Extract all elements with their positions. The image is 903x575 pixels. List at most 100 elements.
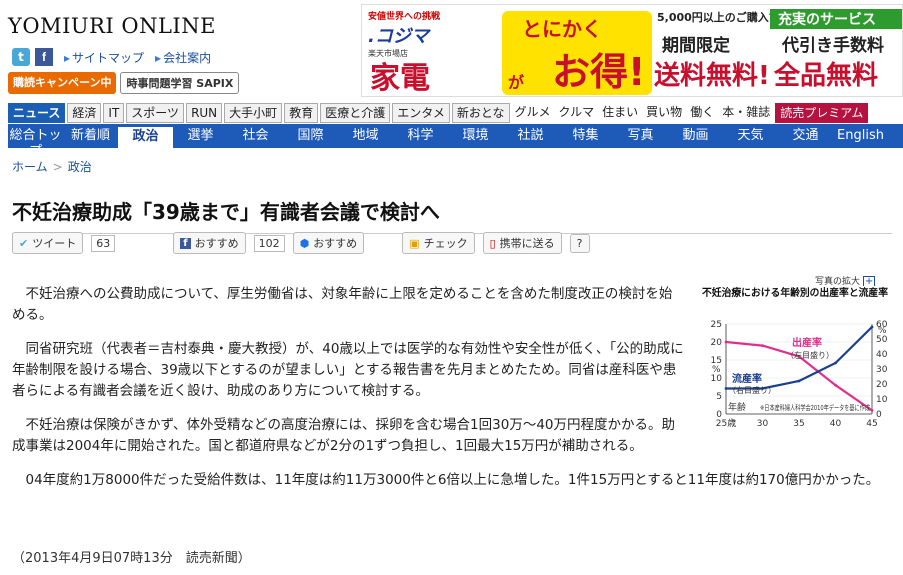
article-paragraph: 不妊治療への公費助成について、厚生労働省は、対象年齢に上限を定めることを含めた制…: [12, 286, 673, 323]
share-bar: ✔ ツイート 63 f おすすめ 102 ⬢ おすすめ ▣ チェック ▯ 携帯に送る ?: [12, 232, 590, 254]
ad-service-banner: 充実のサービス: [770, 9, 902, 29]
x-tick-label: 35: [793, 419, 804, 429]
ad-kaden-text: 家電: [370, 61, 430, 96]
company-link[interactable]: 会社案内: [155, 49, 211, 66]
section-nav-item[interactable]: 交通: [778, 124, 833, 148]
y-left-tick-label: 10: [711, 374, 723, 384]
data-point-miscarriage: [870, 325, 874, 329]
ad-ga: が: [508, 73, 525, 92]
section-nav-item[interactable]: 天気: [723, 124, 778, 148]
section-nav-item[interactable]: 環境: [448, 124, 503, 148]
article-paragraph: 同省研究班（代表者＝吉村泰典・慶大教授）が、40歳以上では医学的な有効性や安全性…: [12, 341, 684, 399]
twitter-bird-icon: ✔: [19, 236, 29, 250]
section-nav-item[interactable]: 新着順: [63, 124, 118, 148]
category-tab[interactable]: エンタメ: [392, 103, 450, 123]
section-nav-item[interactable]: 特集: [558, 124, 613, 148]
x-tick-label: 40: [830, 419, 842, 429]
chart-title: 不妊治療における年齢別の出産率と流産率: [702, 286, 888, 299]
legend-birth-rate: 出産率: [792, 336, 822, 349]
category-tab[interactable]: 大手小町: [224, 103, 283, 123]
site-logo[interactable]: YOMIURI ONLINE: [8, 14, 216, 38]
y-right-tick-label: 30: [876, 365, 888, 375]
category-tab[interactable]: ニュース: [8, 103, 66, 123]
breadcrumb-separator: >: [52, 160, 63, 174]
chart-source-note: ※日本産科婦人科学会2010年データを基に作成: [760, 403, 870, 412]
twitter-icon[interactable]: t: [12, 48, 30, 66]
section-nav-item[interactable]: 政治: [118, 127, 173, 148]
facebook-icon[interactable]: f: [35, 48, 53, 66]
y-left-tick-label: 20: [711, 338, 723, 348]
category-tab[interactable]: IT: [103, 103, 125, 123]
tweet-count: 63: [91, 234, 116, 252]
category-tab[interactable]: 働く: [687, 103, 717, 123]
fb-label: おすすめ: [194, 237, 239, 250]
x-tick-label: 30: [757, 419, 769, 429]
section-nav-item[interactable]: 写真: [613, 124, 668, 148]
sapix-link[interactable]: 時事問題学習 SAPIX: [120, 72, 240, 94]
data-point-birth: [834, 383, 837, 387]
section-nav-item[interactable]: 選挙: [173, 124, 228, 148]
mobile-phone-icon: ▯: [489, 236, 496, 250]
y-right-tick-label: 40: [876, 350, 888, 360]
data-point-miscarriage: [797, 379, 801, 383]
help-button[interactable]: ?: [569, 233, 590, 253]
tweet-label: ツイート: [32, 237, 77, 250]
ad-period: 期間限定: [662, 36, 730, 56]
ad-fee: 代引き手数料: [782, 36, 884, 56]
breadcrumb: ホーム > 政治: [12, 158, 92, 175]
ad-shop-name: .コジマ: [368, 26, 429, 47]
y-right-tick-label: 10: [876, 395, 888, 405]
breadcrumb-current[interactable]: 政治: [68, 160, 92, 174]
section-nav-item[interactable]: 科学: [393, 124, 448, 148]
x-tick-label: 25歳: [716, 417, 736, 429]
facebook-recommend-button[interactable]: f おすすめ: [173, 232, 246, 254]
section-nav-item[interactable]: English: [833, 124, 888, 148]
subscribe-campaign-link[interactable]: 購読キャンペーン中: [8, 72, 117, 94]
data-point-miscarriage: [834, 361, 837, 365]
data-point-birth: [761, 344, 764, 347]
ad-shop-tag: 安値世界への挑戦: [368, 12, 441, 22]
category-tab[interactable]: クルマ: [556, 103, 598, 123]
section-nav-item[interactable]: 国際: [283, 124, 338, 148]
section-nav-item[interactable]: 総合トップ: [8, 124, 63, 159]
category-tab[interactable]: 本・雑誌: [719, 103, 773, 123]
y-left-unit: %: [712, 365, 721, 375]
x-tick-label: 45: [866, 419, 877, 429]
category-tab[interactable]: 買い物: [643, 103, 685, 123]
category-tab[interactable]: 住まい: [599, 103, 641, 123]
category-tab[interactable]: 教育: [284, 103, 319, 123]
ad-otoku: お得!: [552, 50, 646, 94]
category-tab[interactable]: グルメ: [512, 103, 554, 123]
category-tab[interactable]: 新おとな: [451, 103, 510, 123]
tweet-button[interactable]: ✔ ツイート: [12, 232, 84, 254]
data-point-birth: [724, 340, 728, 344]
category-tab[interactable]: 読売プレミアム: [775, 103, 869, 123]
category-tab[interactable]: 経済: [67, 103, 102, 123]
banner-ad[interactable]: 安値世界への挑戦 .コジマ 楽天市場店 家電 とにかく お得! が 5,000円…: [361, 4, 903, 97]
google-plus-icon: ⬢: [299, 236, 310, 250]
y-right-tick-label: 50: [876, 335, 888, 345]
breadcrumb-home[interactable]: ホーム: [12, 160, 48, 174]
category-tab[interactable]: RUN: [186, 103, 223, 123]
sitemap-link[interactable]: サイトマップ: [64, 49, 144, 66]
google-recommend-button[interactable]: ⬢ おすすめ: [292, 232, 365, 254]
article-dateline: （2013年4月9日07時13分 読売新聞）: [12, 551, 251, 566]
article-title: 不妊治療助成「39歳まで」有識者会議で検討へ: [12, 196, 892, 234]
section-nav: 総合トップ 新着順 政治 選挙 社会 国際 地域 科学 環境 社説 特集 写真 動画 天気 交通 Englis…: [8, 124, 903, 159]
section-nav-item[interactable]: 社説: [503, 124, 558, 148]
facebook-count: 102: [253, 234, 285, 252]
age-rate-chart: 不妊治療における年齢別の出産率と流産率0510152025%0102030405…: [700, 286, 890, 436]
send-to-mobile-button[interactable]: ▯ 携帯に送る: [482, 232, 562, 254]
legend-birth-axis: （左目盛り）: [786, 350, 834, 360]
article-photo[interactable]: 写真の拡大 + 不妊治療における年齢別の出産率と流産率 0 5 10 15 20 25% 0 10…: [700, 274, 890, 436]
promo-links: 購読キャンペーン中 時事問題学習 SAPIX: [8, 72, 240, 94]
g-label: おすすめ: [313, 237, 358, 250]
mixi-check-button[interactable]: ▣ チェック: [402, 232, 475, 254]
check-label: チェック: [423, 237, 468, 250]
section-nav-item[interactable]: 地域: [338, 124, 393, 148]
section-nav-item[interactable]: 社会: [228, 124, 283, 148]
section-nav-item[interactable]: 動画: [668, 124, 723, 148]
legend-miscarriage-axis: （右目盛り）: [728, 385, 776, 395]
category-tab[interactable]: 医療と介護: [320, 103, 391, 123]
category-tab[interactable]: スポーツ: [126, 103, 185, 123]
